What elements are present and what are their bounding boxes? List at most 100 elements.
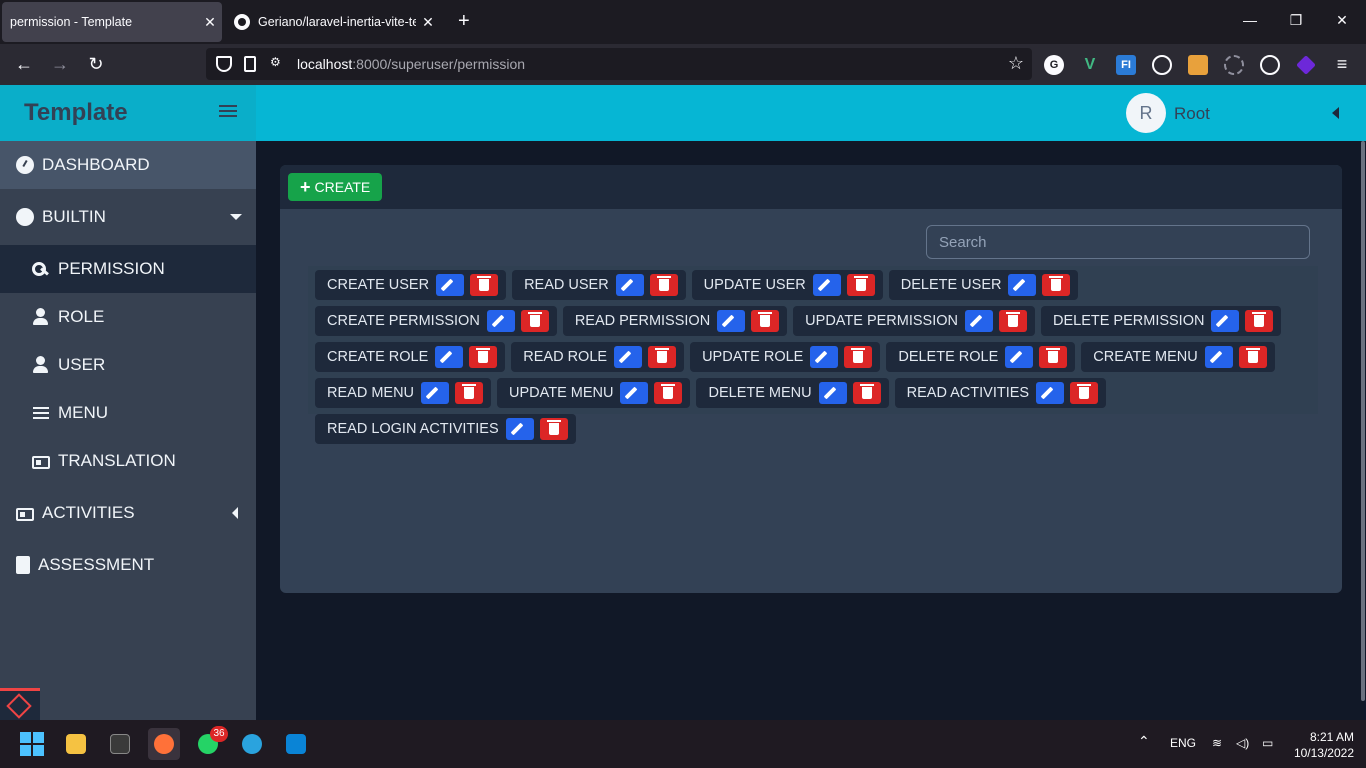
delete-button[interactable] xyxy=(648,346,677,368)
chevron-up-icon[interactable]: ⌃ xyxy=(1138,733,1150,750)
close-icon[interactable]: ✕ xyxy=(416,14,440,31)
edit-button[interactable] xyxy=(1005,346,1034,368)
create-button[interactable]: + CREATE xyxy=(288,173,383,201)
language-indicator[interactable]: ENG xyxy=(1170,736,1196,750)
delete-button[interactable] xyxy=(998,310,1027,332)
username[interactable]: Root xyxy=(1174,104,1210,124)
delete-button[interactable] xyxy=(1070,382,1099,404)
edit-button[interactable] xyxy=(1036,382,1065,404)
page-icon[interactable] xyxy=(244,56,256,72)
extension-icon[interactable] xyxy=(1188,55,1208,75)
extension-diamond-icon[interactable] xyxy=(1296,55,1316,75)
permission-chip: UPDATE USER xyxy=(691,270,883,300)
tab-permission[interactable]: permission - Template ✕ xyxy=(2,2,222,42)
globe-icon[interactable] xyxy=(1260,55,1280,75)
caret-left-icon[interactable] xyxy=(1332,107,1339,119)
windows-start-icon[interactable] xyxy=(20,732,44,756)
delete-button[interactable] xyxy=(751,310,780,332)
sidebar-item-assessment[interactable]: ASSESSMENT xyxy=(0,541,256,589)
reload-icon[interactable]: ↻ xyxy=(84,52,108,76)
edit-button[interactable] xyxy=(1204,346,1233,368)
close-icon[interactable]: ✕ xyxy=(198,14,222,31)
card-header: + CREATE xyxy=(280,165,1342,209)
edit-button[interactable] xyxy=(436,274,465,296)
delete-button[interactable] xyxy=(520,310,549,332)
edit-button[interactable] xyxy=(620,382,649,404)
sidebar-item-translation[interactable]: TRANSLATION xyxy=(0,437,256,485)
sidebar-item-activities[interactable]: ACTIVITIES xyxy=(0,489,256,537)
edit-button[interactable] xyxy=(1008,274,1037,296)
address-bar[interactable]: ⚙ localhost:8000/superuser/permission ☆ xyxy=(206,48,1032,80)
extension-fi-icon[interactable]: FI xyxy=(1116,55,1136,75)
delete-button[interactable] xyxy=(1042,274,1071,296)
clock[interactable]: 8:21 AM 10/13/2022 xyxy=(1288,729,1354,761)
edit-button[interactable] xyxy=(486,310,515,332)
search-input[interactable] xyxy=(926,225,1310,259)
back-icon[interactable]: ← xyxy=(12,52,36,76)
edit-button[interactable] xyxy=(614,346,643,368)
edit-button[interactable] xyxy=(717,310,746,332)
bug-icon[interactable] xyxy=(1224,55,1244,75)
sidebar-item-role[interactable]: ROLE xyxy=(0,293,256,341)
sidebar-item-menu[interactable]: MENU xyxy=(0,389,256,437)
laravel-debugbar-toggle[interactable] xyxy=(0,688,40,720)
sidebar-item-builtin[interactable]: BUILTIN xyxy=(0,193,256,241)
delete-button[interactable] xyxy=(539,418,568,440)
firefox-icon[interactable] xyxy=(148,728,180,760)
file-clock-icon xyxy=(16,556,30,574)
edit-button[interactable] xyxy=(505,418,534,440)
edit-button[interactable] xyxy=(615,274,644,296)
shield-icon[interactable] xyxy=(216,56,232,72)
edit-button[interactable] xyxy=(818,382,847,404)
caret-left-icon xyxy=(232,507,238,519)
volume-icon[interactable]: ◁) xyxy=(1236,736,1249,750)
edit-button[interactable] xyxy=(810,346,839,368)
delete-button[interactable] xyxy=(844,346,873,368)
app-menu-icon[interactable]: ≡ xyxy=(1330,52,1354,76)
battery-icon[interactable]: ▭ xyxy=(1262,736,1273,750)
notification-badge: 36 xyxy=(210,726,228,742)
delete-button[interactable] xyxy=(852,382,881,404)
trash-icon xyxy=(661,384,676,399)
close-window-icon[interactable]: ✕ xyxy=(1332,12,1352,29)
sidebar-item-dashboard[interactable]: DASHBOARD xyxy=(0,141,256,189)
scrollbar[interactable] xyxy=(1361,141,1365,701)
extension-g-icon[interactable]: G xyxy=(1044,55,1064,75)
delete-button[interactable] xyxy=(654,382,683,404)
restore-icon[interactable]: ❐ xyxy=(1286,12,1306,29)
sidebar-item-user[interactable]: USER xyxy=(0,341,256,389)
terminal-icon[interactable] xyxy=(104,728,136,760)
hamburger-icon[interactable] xyxy=(219,102,237,120)
delete-button[interactable] xyxy=(1245,310,1274,332)
trash-icon xyxy=(1077,384,1092,399)
edit-button[interactable] xyxy=(421,382,450,404)
forward-icon[interactable]: → xyxy=(48,52,72,76)
delete-button[interactable] xyxy=(649,274,678,296)
cookie-icon[interactable] xyxy=(1152,55,1172,75)
vue-devtools-icon[interactable]: V xyxy=(1080,55,1100,75)
delete-button[interactable] xyxy=(455,382,484,404)
sidebar-item-permission[interactable]: PERMISSION xyxy=(0,245,256,293)
minimize-icon[interactable]: — xyxy=(1240,12,1260,28)
permission-label: READ MENU xyxy=(327,385,415,401)
new-tab-icon[interactable]: + xyxy=(458,10,470,33)
permission-chip: UPDATE PERMISSION xyxy=(793,306,1035,336)
edit-button[interactable] xyxy=(1211,310,1240,332)
brand-title[interactable]: Template xyxy=(24,99,128,127)
edit-button[interactable] xyxy=(812,274,841,296)
delete-button[interactable] xyxy=(1039,346,1068,368)
vscode-icon[interactable] xyxy=(280,728,312,760)
delete-button[interactable] xyxy=(470,274,499,296)
edit-button[interactable] xyxy=(435,346,464,368)
tab-github[interactable]: Geriano/laravel-inertia-vite-tem ✕ xyxy=(226,2,440,42)
delete-button[interactable] xyxy=(846,274,875,296)
telegram-icon[interactable] xyxy=(236,728,268,760)
file-explorer-icon[interactable] xyxy=(60,728,92,760)
permissions-icon[interactable]: ⚙ xyxy=(270,55,286,71)
delete-button[interactable] xyxy=(469,346,498,368)
avatar[interactable]: R xyxy=(1126,93,1166,133)
wifi-icon[interactable]: ≋ xyxy=(1212,736,1222,750)
edit-button[interactable] xyxy=(964,310,993,332)
bookmark-star-icon[interactable]: ☆ xyxy=(1008,53,1024,74)
delete-button[interactable] xyxy=(1238,346,1267,368)
